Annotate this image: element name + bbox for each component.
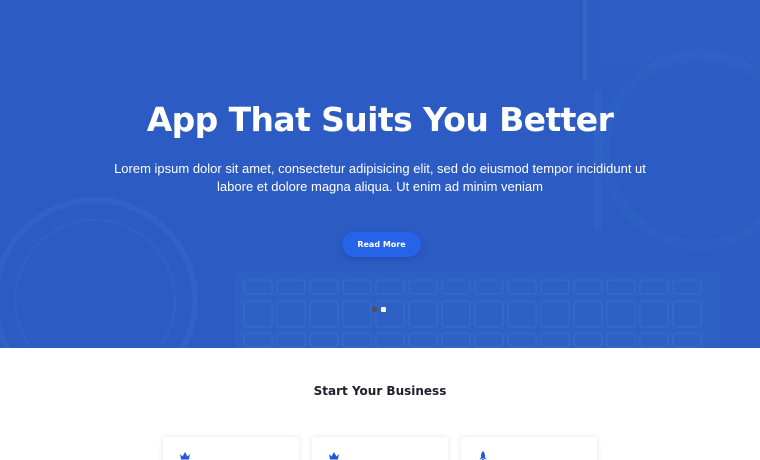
- crown-icon: [329, 452, 339, 460]
- section-title: Start Your Business: [313, 384, 447, 398]
- feature-card-1[interactable]: [163, 437, 299, 460]
- feature-card-2[interactable]: [312, 437, 448, 460]
- rocket-icon: [479, 451, 487, 460]
- feature-card-3[interactable]: [461, 437, 597, 460]
- hero-subtitle: Lorem ipsum dolor sit amet, consectetur …: [114, 161, 646, 194]
- slider-dot-1[interactable]: [372, 307, 377, 312]
- hero-section: App That Suits You Better Lorem ipsum do…: [0, 0, 760, 348]
- slider-dots: [372, 307, 386, 313]
- slider-dot-2[interactable]: [381, 307, 386, 312]
- hero-title: App That Suits You Better: [146, 100, 614, 139]
- landing-page: App That Suits You Better Lorem ipsum do…: [0, 0, 760, 460]
- crown-icon: [180, 452, 190, 460]
- read-more-button[interactable]: Read More: [342, 232, 421, 257]
